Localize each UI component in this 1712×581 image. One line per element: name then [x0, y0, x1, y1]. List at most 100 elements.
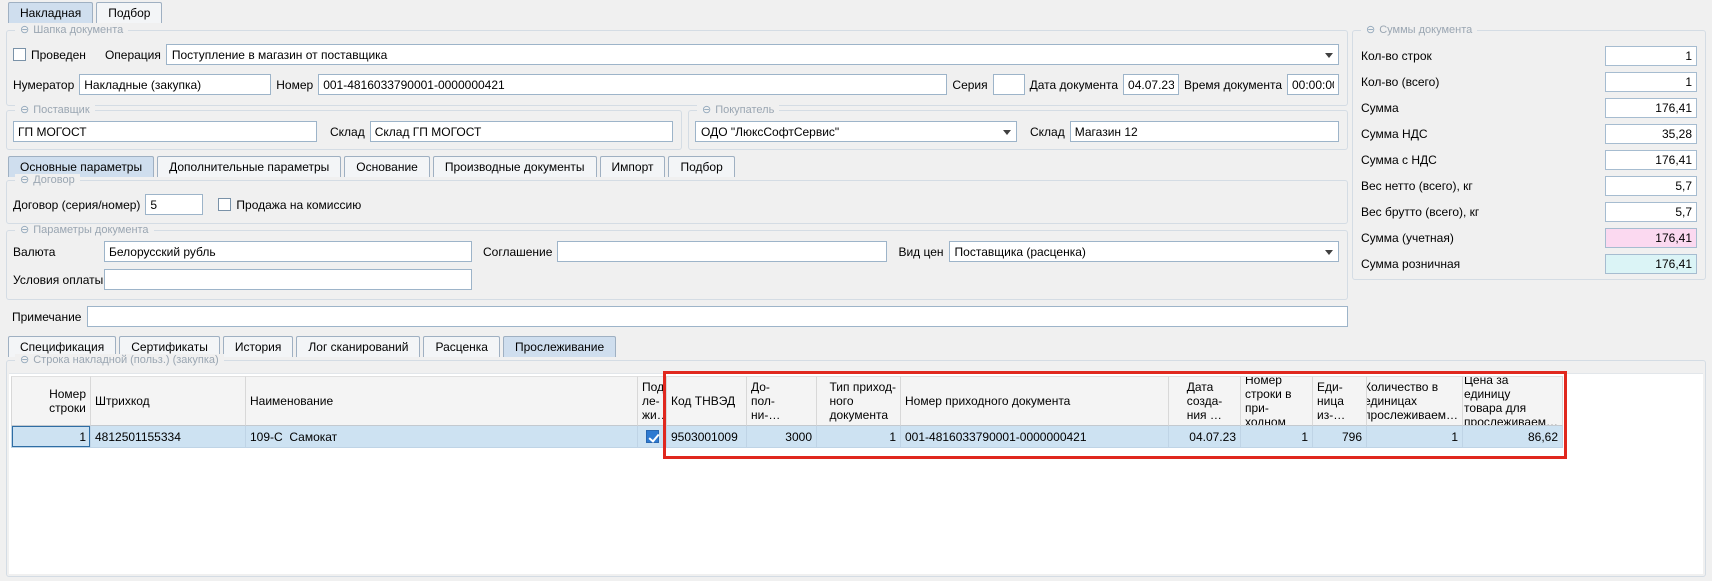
checked-checkbox-icon[interactable]: [646, 430, 659, 443]
group-title: Шапка документа: [33, 24, 123, 37]
cell-barcode[interactable]: 4812501155334: [91, 426, 246, 448]
sum-row-retail-amount: Сумма розничная 176,41: [1361, 251, 1697, 277]
collapse-icon[interactable]: [20, 354, 29, 367]
group-legend: Строка накладной (польз.) (закупка): [15, 354, 224, 367]
buyer-group: Покупатель ОДО "ЛюксСофтСервис" Склад: [688, 110, 1348, 150]
collapse-icon[interactable]: [20, 174, 29, 187]
contract-number-input[interactable]: [145, 194, 203, 215]
cell-created-date[interactable]: 04.07.23: [1169, 426, 1241, 448]
conducted-checkbox[interactable]: [13, 48, 26, 61]
collapse-icon[interactable]: [1366, 24, 1375, 37]
sum-label: Вес брутто (всего), кг: [1361, 205, 1479, 219]
col-header-unit[interactable]: Еди- ница из-…: [1313, 376, 1367, 426]
document-date-label: Дата документа: [1030, 78, 1118, 92]
col-header-income-line-number[interactable]: Номер строки в при- ходном: [1241, 376, 1313, 426]
document-sums-group: Суммы документа Кол-во строк 1 Кол-во (в…: [1352, 30, 1706, 280]
document-date-input[interactable]: [1123, 74, 1179, 95]
collapse-icon[interactable]: [20, 24, 29, 37]
supplier-name-input[interactable]: [13, 121, 317, 142]
invoice-lines-table: Номер строки Штрихкод Наименование Под- …: [11, 376, 1563, 448]
invoice-window: Накладная Подбор Шапка документа Проведе…: [0, 0, 1712, 581]
cell-price-traceable[interactable]: 86,62: [1463, 426, 1563, 448]
sum-value: 35,28: [1605, 124, 1697, 144]
group-title: Параметры документа: [33, 224, 148, 237]
sum-row-amount: Сумма 176,41: [1361, 95, 1697, 121]
agreement-input[interactable]: [557, 241, 887, 262]
cell-unit[interactable]: 796: [1313, 426, 1367, 448]
sum-value: 176,41: [1605, 228, 1697, 248]
conducted-label: Проведен: [31, 48, 86, 62]
cell-tnved-code[interactable]: 9503001009: [667, 426, 747, 448]
group-title: Строка накладной (польз.) (закупка): [33, 354, 218, 367]
supplier-warehouse-input[interactable]: [370, 121, 673, 142]
col-header-line-number[interactable]: Номер строки: [11, 376, 91, 426]
chevron-down-icon: [1003, 130, 1011, 135]
tab-scan-log[interactable]: Лог сканирований: [296, 336, 420, 357]
operation-combobox[interactable]: Поступление в магазин от поставщика: [166, 44, 1339, 65]
cell-income-doc-type[interactable]: 1: [817, 426, 901, 448]
tab-podbor[interactable]: Подбор: [96, 2, 162, 23]
sum-label: Сумма (учетная): [1361, 231, 1454, 245]
price-kind-combobox[interactable]: Поставщика (расценка): [949, 241, 1339, 262]
tab-podbor-2[interactable]: Подбор: [668, 156, 734, 177]
collapse-icon[interactable]: [20, 104, 29, 117]
sum-row-accounting-amount: Сумма (учетная) 176,41: [1361, 225, 1697, 251]
tab-import[interactable]: Импорт: [600, 156, 666, 177]
col-header-name[interactable]: Наименование: [246, 376, 638, 426]
tab-traceability[interactable]: Прослеживание: [503, 336, 616, 357]
tab-additional-parameters[interactable]: Дополнительные параметры: [157, 156, 341, 177]
tab-pricing[interactable]: Расценка: [423, 336, 500, 357]
agreement-label: Соглашение: [483, 245, 552, 259]
cell-traceable-checkbox[interactable]: [638, 426, 667, 448]
series-input[interactable]: [993, 74, 1025, 95]
col-header-tnved-code[interactable]: Код ТНВЭД: [667, 376, 747, 426]
col-header-additional[interactable]: До- пол- ни-…: [747, 376, 817, 426]
col-header-price-traceable[interactable]: Цена за единицу товара для прослеживаем…: [1463, 376, 1563, 426]
collapse-icon[interactable]: [20, 224, 29, 237]
collapse-icon[interactable]: [702, 104, 711, 117]
grid-header-row: Номер строки Штрихкод Наименование Под- …: [11, 376, 1563, 426]
commission-checkbox[interactable]: [218, 198, 231, 211]
sum-value: 176,41: [1605, 254, 1697, 274]
cell-name[interactable]: 109-С Самокат: [246, 426, 638, 448]
col-header-barcode[interactable]: Штрихкод: [91, 376, 246, 426]
col-header-created-date[interactable]: Дата созда- ния …: [1169, 376, 1241, 426]
note-row: Примечание: [12, 306, 1348, 327]
group-title: Поставщик: [33, 104, 89, 117]
payment-terms-input[interactable]: [104, 269, 472, 290]
buyer-warehouse-input[interactable]: [1070, 121, 1339, 142]
cell-income-line-number[interactable]: 1: [1241, 426, 1313, 448]
tab-history[interactable]: История: [223, 336, 294, 357]
col-header-income-doc-number[interactable]: Номер приходного документа: [901, 376, 1169, 426]
col-header-traceable[interactable]: Под- ле- жи…: [638, 376, 667, 426]
tab-basis[interactable]: Основание: [344, 156, 430, 177]
price-kind-label: Вид цен: [898, 245, 943, 259]
cell-line-number[interactable]: 1: [11, 426, 91, 448]
grid-area: Номер строки Штрихкод Наименование Под- …: [9, 373, 1703, 574]
cell-qty-traceable[interactable]: 1: [1367, 426, 1463, 448]
currency-label: Валюта: [13, 245, 99, 259]
col-header-income-doc-type[interactable]: Тип приход- ного документа: [817, 376, 901, 426]
operation-value: Поступление в магазин от поставщика: [172, 48, 1320, 62]
table-row[interactable]: 1 4812501155334 109-С Самокат 9503001009…: [11, 426, 1563, 448]
cell-additional[interactable]: 3000: [747, 426, 817, 448]
document-time-label: Время документа: [1184, 78, 1282, 92]
numerator-input[interactable]: [79, 74, 271, 95]
tab-derived-documents[interactable]: Производные документы: [433, 156, 597, 177]
supplier-group: Поставщик Склад: [6, 110, 682, 150]
group-legend: Параметры документа: [15, 224, 154, 237]
sum-row-net-weight: Вес нетто (всего), кг 5,7: [1361, 173, 1697, 199]
cell-income-doc-number[interactable]: 001-4816033790001-0000000421: [901, 426, 1169, 448]
col-header-qty-traceable[interactable]: Количество в единицах прослеживаем…: [1367, 376, 1463, 426]
parameters-tabstrip: Основные параметры Дополнительные параме…: [8, 156, 735, 177]
note-input[interactable]: [87, 306, 1348, 327]
payment-terms-label: Условия оплаты: [13, 273, 99, 287]
currency-input[interactable]: [104, 241, 472, 262]
buyer-combobox[interactable]: ОДО "ЛюксСофтСервис": [695, 121, 1017, 142]
tab-nakladnaya[interactable]: Накладная: [8, 2, 93, 23]
number-input[interactable]: [318, 74, 947, 95]
sum-value: 176,41: [1605, 98, 1697, 118]
document-parameters-group: Параметры документа Валюта Соглашение Ви…: [6, 230, 1348, 300]
sum-row-amount-with-vat: Сумма с НДС 176,41: [1361, 147, 1697, 173]
document-time-input[interactable]: [1287, 74, 1339, 95]
